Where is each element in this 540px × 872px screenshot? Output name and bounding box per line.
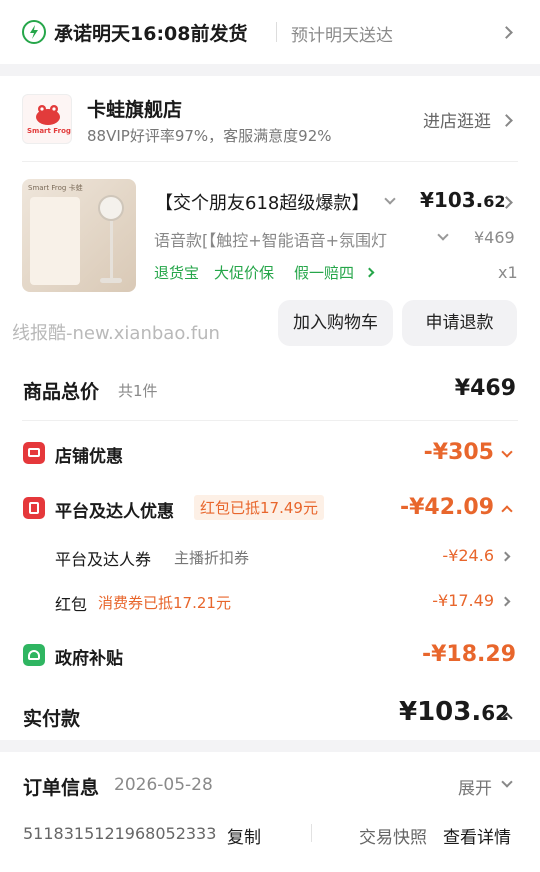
shop-card: Smart Frog 卡蛙旗舰店 88VIP好评率97%，客服满意度92% 进店… [0, 76, 540, 356]
product-thumbnail[interactable]: Smart Frog 卡蛙 [22, 179, 136, 292]
platform-discount-icon [23, 497, 45, 519]
paid-amount: ¥103.62 [399, 697, 510, 727]
refund-button[interactable]: 申请退款 [402, 300, 517, 346]
copy-button[interactable]: 复制 [227, 823, 261, 848]
subsidy-label: 政府补贴 [55, 649, 123, 669]
divider [311, 824, 312, 842]
clock-icon [22, 20, 46, 44]
delivery-banner[interactable]: 承诺明天16:08前发货 预计明天送达 [0, 0, 540, 64]
expand-button[interactable]: 展开 [458, 774, 492, 799]
chevron-down-icon [384, 193, 396, 205]
goods-count: 共1件 [118, 382, 158, 400]
shop-logo[interactable]: Smart Frog [22, 94, 72, 144]
quantity: x1 [498, 263, 518, 282]
redpack-label: 红包 [55, 595, 88, 614]
original-price: ¥469 [474, 228, 515, 247]
details-link[interactable]: 查看详情 [443, 823, 511, 848]
platform-discount-label: 平台及达人优惠 [55, 502, 174, 522]
goods-total: ¥469 [454, 376, 516, 401]
frog-logo-icon [36, 105, 60, 125]
subsidy-value: -¥18.29 [421, 642, 516, 667]
subsidy-icon [23, 644, 45, 666]
order-number: 5118315121968052333 [23, 824, 217, 843]
chevron-right-icon [500, 114, 513, 127]
chevron-down-icon [501, 776, 513, 788]
thumb-panel [30, 197, 80, 285]
service-price-protect[interactable]: 大促价保 [214, 262, 274, 283]
service-returns[interactable]: 退货宝 [154, 262, 199, 283]
delivery-promise: 承诺明天16:08前发货 [54, 23, 248, 45]
add-to-cart-button[interactable]: 加入购物车 [278, 300, 393, 346]
order-date: 2026-05-28 [114, 775, 213, 795]
product-title[interactable]: 【交个朋友618超级爆款】 [155, 189, 375, 215]
order-title: 订单信息 [23, 777, 100, 799]
shop-name[interactable]: 卡蛙旗舰店 [87, 95, 182, 122]
product-price: ¥103.62 [420, 188, 506, 212]
redpack-value[interactable]: -¥17.49 [432, 591, 494, 610]
coupon-label: 平台及达人券 [55, 550, 152, 569]
thumb-fan-pole [110, 221, 113, 279]
platform-badge: 红包已抵17.49元 [194, 495, 324, 520]
coupon-desc: 主播折扣券 [174, 549, 250, 567]
chevron-right-icon [500, 551, 511, 562]
redpack-desc: 消费券已抵17.21元 [98, 594, 231, 612]
thumb-fan-base [100, 278, 122, 283]
shop-discount-value[interactable]: -¥305 [424, 440, 494, 465]
price-breakdown: 商品总价 共1件 ¥469 店铺优惠 -¥305 平台及达人优惠 红包已抵17.… [0, 356, 540, 740]
paid-label: 实付款 [23, 708, 81, 730]
shop-stats: 88VIP好评率97%，客服满意度92% [87, 127, 332, 145]
thumb-brand: Smart Frog 卡蛙 [28, 184, 83, 192]
service-fake-compensate[interactable]: 假一赔四 [294, 262, 354, 283]
platform-discount-value[interactable]: -¥42.09 [400, 495, 494, 520]
chevron-down-icon [437, 229, 449, 241]
chevron-down-icon[interactable] [501, 446, 513, 458]
order-info: 订单信息 2026-05-28 展开 5118315121968052333 复… [0, 752, 540, 872]
divider [276, 22, 277, 42]
shop-discount-icon [23, 442, 45, 464]
visit-shop-label: 进店逛逛 [423, 112, 491, 132]
shop-discount-label: 店铺优惠 [55, 447, 123, 467]
visit-shop-button[interactable]: 进店逛逛 [423, 107, 491, 132]
chevron-right-icon [364, 267, 375, 278]
chevron-right-icon [500, 596, 511, 607]
thumb-fan-head [98, 195, 124, 221]
chevron-right-icon [500, 26, 513, 39]
product-variant[interactable]: 语音款[【触控+智能语音+氛围灯 [154, 227, 432, 251]
snapshot-link[interactable]: 交易快照 [359, 823, 427, 848]
logo-text: Smart Frog [27, 127, 71, 135]
goods-total-label: 商品总价 [23, 381, 100, 403]
divider [22, 420, 518, 421]
watermark: 线报酷-new.xianbao.fun [12, 323, 220, 344]
divider [22, 161, 518, 162]
chevron-up-icon[interactable] [501, 505, 513, 517]
delivery-eta: 预计明天送达 [291, 26, 393, 46]
coupon-value[interactable]: -¥24.6 [442, 546, 494, 565]
